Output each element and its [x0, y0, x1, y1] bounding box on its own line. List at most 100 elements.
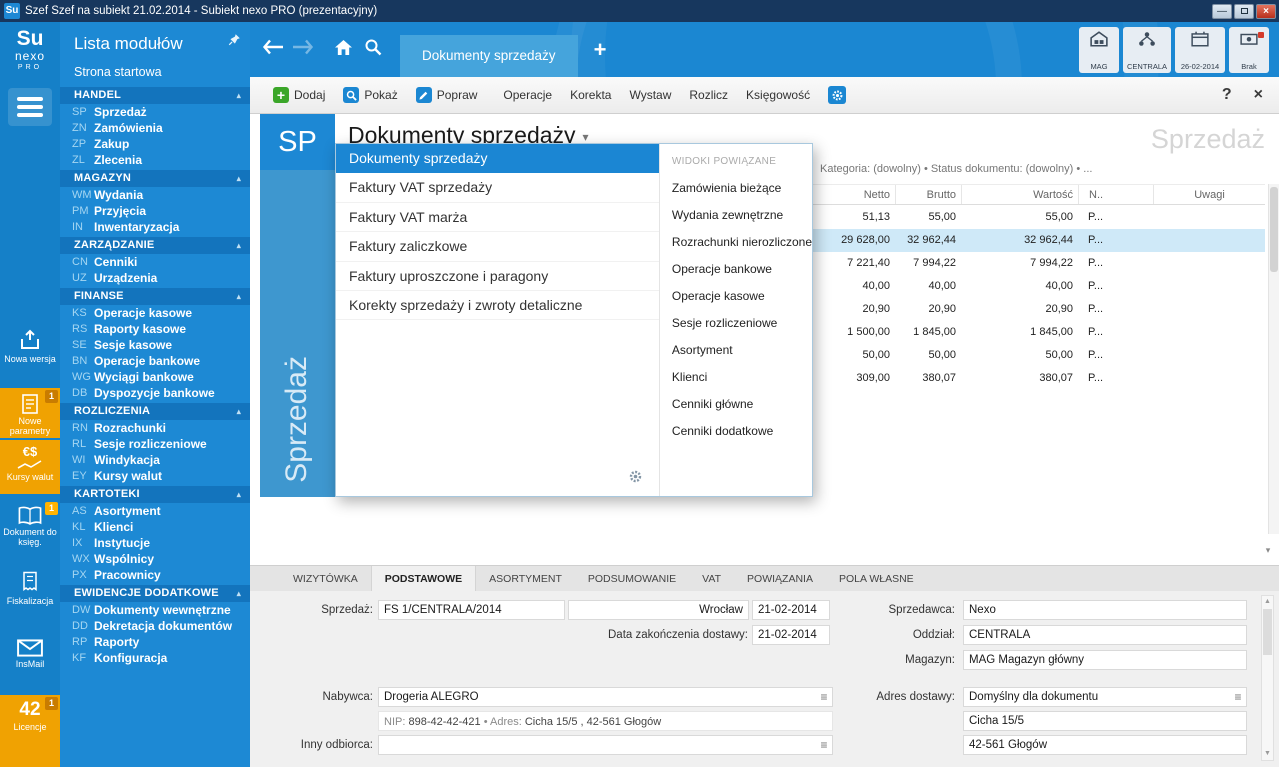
- status-card-magazyn[interactable]: MAG: [1079, 27, 1119, 73]
- details-tab[interactable]: POLA WŁASNE: [826, 566, 927, 591]
- toolbar-settings-button[interactable]: [819, 81, 855, 109]
- operacje-button[interactable]: Operacje: [494, 83, 561, 107]
- pokaz-button[interactable]: Pokaż: [334, 82, 406, 108]
- sidebar-module-item[interactable]: DW Dokumenty wewnętrzne: [60, 602, 250, 618]
- rail-item-dokument-do-ksieg[interactable]: 1 Dokument do księg.: [0, 500, 60, 560]
- scroll-up-icon[interactable]: ▲: [1262, 596, 1273, 608]
- dropdown-settings-gear-icon[interactable]: [628, 469, 643, 489]
- sidebar-module-item[interactable]: WI Windykacja: [60, 452, 250, 468]
- details-scrollbar-thumb[interactable]: [1263, 609, 1272, 655]
- details-tab[interactable]: PODSTAWOWE: [371, 566, 476, 591]
- search-button[interactable]: [358, 38, 388, 61]
- module-section-header[interactable]: MAGAZYN ▴: [60, 170, 250, 187]
- sidebar-module-item[interactable]: PX Pracownicy: [60, 567, 250, 583]
- sidebar-module-item[interactable]: PM Przyjęcia: [60, 203, 250, 219]
- home-button[interactable]: [328, 39, 358, 61]
- column-header-n[interactable]: N..: [1078, 185, 1153, 204]
- scroll-down-button[interactable]: ▾: [1260, 543, 1276, 557]
- column-header-brutto[interactable]: Brutto: [895, 185, 961, 204]
- ksiegowosc-button[interactable]: Księgowość: [737, 83, 819, 107]
- details-tab[interactable]: WIZYTÓWKA: [280, 566, 371, 591]
- menu-toggle-button[interactable]: [8, 88, 52, 126]
- related-view-item[interactable]: Zamówienia bieżące: [660, 175, 812, 202]
- other-recipient-selector-icon[interactable]: ≡: [816, 736, 832, 754]
- delivery-address-field[interactable]: Domyślny dla dokumentu ≡: [963, 687, 1247, 707]
- details-scrollbar[interactable]: ▲ ▼: [1261, 595, 1274, 761]
- status-card-date[interactable]: 26-02-2014: [1175, 27, 1225, 73]
- close-view-button[interactable]: ×: [1254, 86, 1263, 104]
- sidebar-module-item[interactable]: RL Sesje rozliczeniowe: [60, 436, 250, 452]
- rail-item-nowa-wersja[interactable]: Nowa wersja: [0, 322, 60, 378]
- sidebar-module-item[interactable]: RS Raporty kasowe: [60, 321, 250, 337]
- wystaw-button[interactable]: Wystaw: [620, 83, 680, 107]
- dropdown-menu-item[interactable]: Faktury zaliczkowe: [336, 232, 659, 261]
- sidebar-module-item[interactable]: AS Asortyment: [60, 503, 250, 519]
- vertical-scrollbar[interactable]: [1268, 184, 1279, 534]
- dodaj-button[interactable]: + Dodaj: [264, 82, 334, 108]
- sidebar-module-item[interactable]: DD Dekretacja dokumentów: [60, 618, 250, 634]
- sidebar-item-strona-startowa[interactable]: Strona startowa: [60, 62, 250, 85]
- buyer-selector-icon[interactable]: ≡: [816, 688, 832, 706]
- rail-item-kursy-walut[interactable]: €$ Kursy walut: [0, 440, 60, 494]
- related-view-item[interactable]: Klienci: [660, 364, 812, 391]
- rail-item-nowe-parametry[interactable]: 1 Nowe parametry: [0, 388, 60, 438]
- sidebar-module-item[interactable]: EY Kursy walut: [60, 468, 250, 484]
- sidebar-module-item[interactable]: SE Sesje kasowe: [60, 337, 250, 353]
- column-header-uwagi[interactable]: Uwagi: [1153, 185, 1265, 204]
- popraw-button[interactable]: Popraw: [407, 82, 487, 108]
- sidebar-module-item[interactable]: CN Cenniki: [60, 254, 250, 270]
- sidebar-module-item[interactable]: RN Rozrachunki: [60, 420, 250, 436]
- dropdown-menu-item[interactable]: Dokumenty sprzedaży: [336, 144, 659, 173]
- rail-item-insmail[interactable]: InsMail: [0, 633, 60, 689]
- module-section-header[interactable]: HANDEL ▴: [60, 87, 250, 104]
- dropdown-menu-item[interactable]: Faktury VAT marża: [336, 203, 659, 232]
- seller-field[interactable]: Nexo: [963, 600, 1247, 620]
- rail-item-fiskalizacja[interactable]: Fiskalizacja: [0, 565, 60, 627]
- module-section-header[interactable]: FINANSE ▴: [60, 288, 250, 305]
- related-view-item[interactable]: Asortyment: [660, 337, 812, 364]
- new-tab-button[interactable]: +: [594, 37, 607, 63]
- back-button[interactable]: [258, 39, 288, 60]
- related-view-item[interactable]: Operacje bankowe: [660, 256, 812, 283]
- sidebar-module-item[interactable]: UZ Urządzenia: [60, 270, 250, 286]
- module-section-header[interactable]: ROZLICZENIA ▴: [60, 403, 250, 420]
- column-header-wartosc[interactable]: Wartość: [961, 185, 1078, 204]
- korekta-button[interactable]: Korekta: [561, 83, 620, 107]
- maximize-button[interactable]: [1234, 4, 1254, 19]
- module-section-header[interactable]: EWIDENCJE DODATKOWE ▴: [60, 585, 250, 602]
- other-recipient-field[interactable]: ≡: [378, 735, 833, 755]
- city-field[interactable]: Wrocław: [568, 600, 749, 620]
- dropdown-menu-item[interactable]: Faktury VAT sprzedaży: [336, 173, 659, 202]
- status-card-oddzial[interactable]: CENTRALA: [1123, 27, 1171, 73]
- sidebar-module-item[interactable]: ZL Zlecenia: [60, 152, 250, 168]
- sidebar-module-item[interactable]: WG Wyciągi bankowe: [60, 369, 250, 385]
- pin-icon[interactable]: [228, 31, 241, 51]
- tab-dokumenty-sprzedazy[interactable]: Dokumenty sprzedaży: [400, 35, 578, 77]
- related-view-item[interactable]: Operacje kasowe: [660, 283, 812, 310]
- module-section-header[interactable]: KARTOTEKI ▴: [60, 486, 250, 503]
- details-tab[interactable]: PODSUMOWANIE: [575, 566, 689, 591]
- rail-item-licencje[interactable]: 1 42 Licencje: [0, 695, 60, 767]
- delivery-end-date-field[interactable]: 21-02-2014: [752, 625, 830, 645]
- sidebar-module-item[interactable]: RP Raporty: [60, 634, 250, 650]
- module-section-header[interactable]: ZARZĄDZANIE ▴: [60, 237, 250, 254]
- delivery-address-selector-icon[interactable]: ≡: [1230, 688, 1246, 706]
- document-number-field[interactable]: FS 1/CENTRALA/2014: [378, 600, 565, 620]
- sidebar-module-item[interactable]: KF Konfiguracja: [60, 650, 250, 666]
- related-view-item[interactable]: Wydania zewnętrzne: [660, 202, 812, 229]
- details-tab[interactable]: VAT: [689, 566, 734, 591]
- related-view-item[interactable]: Rozrachunki nierozliczone: [660, 229, 812, 256]
- sidebar-module-item[interactable]: WX Wspólnicy: [60, 551, 250, 567]
- details-tab[interactable]: POWIĄZANIA: [734, 566, 826, 591]
- delivery-street-field[interactable]: Cicha 15/5: [963, 711, 1247, 731]
- rozlicz-button[interactable]: Rozlicz: [680, 83, 737, 107]
- branch-field[interactable]: CENTRALA: [963, 625, 1247, 645]
- sidebar-module-item[interactable]: KS Operacje kasowe: [60, 305, 250, 321]
- sidebar-module-item[interactable]: SP Sprzedaż: [60, 104, 250, 120]
- details-tab[interactable]: ASORTYMENT: [476, 566, 575, 591]
- dropdown-menu-item[interactable]: Korekty sprzedaży i zwroty detaliczne: [336, 291, 659, 320]
- related-view-item[interactable]: Sesje rozliczeniowe: [660, 310, 812, 337]
- sidebar-module-item[interactable]: IX Instytucje: [60, 535, 250, 551]
- dropdown-menu-item[interactable]: Faktury uproszczone i paragony: [336, 262, 659, 291]
- help-button[interactable]: ?: [1222, 86, 1232, 104]
